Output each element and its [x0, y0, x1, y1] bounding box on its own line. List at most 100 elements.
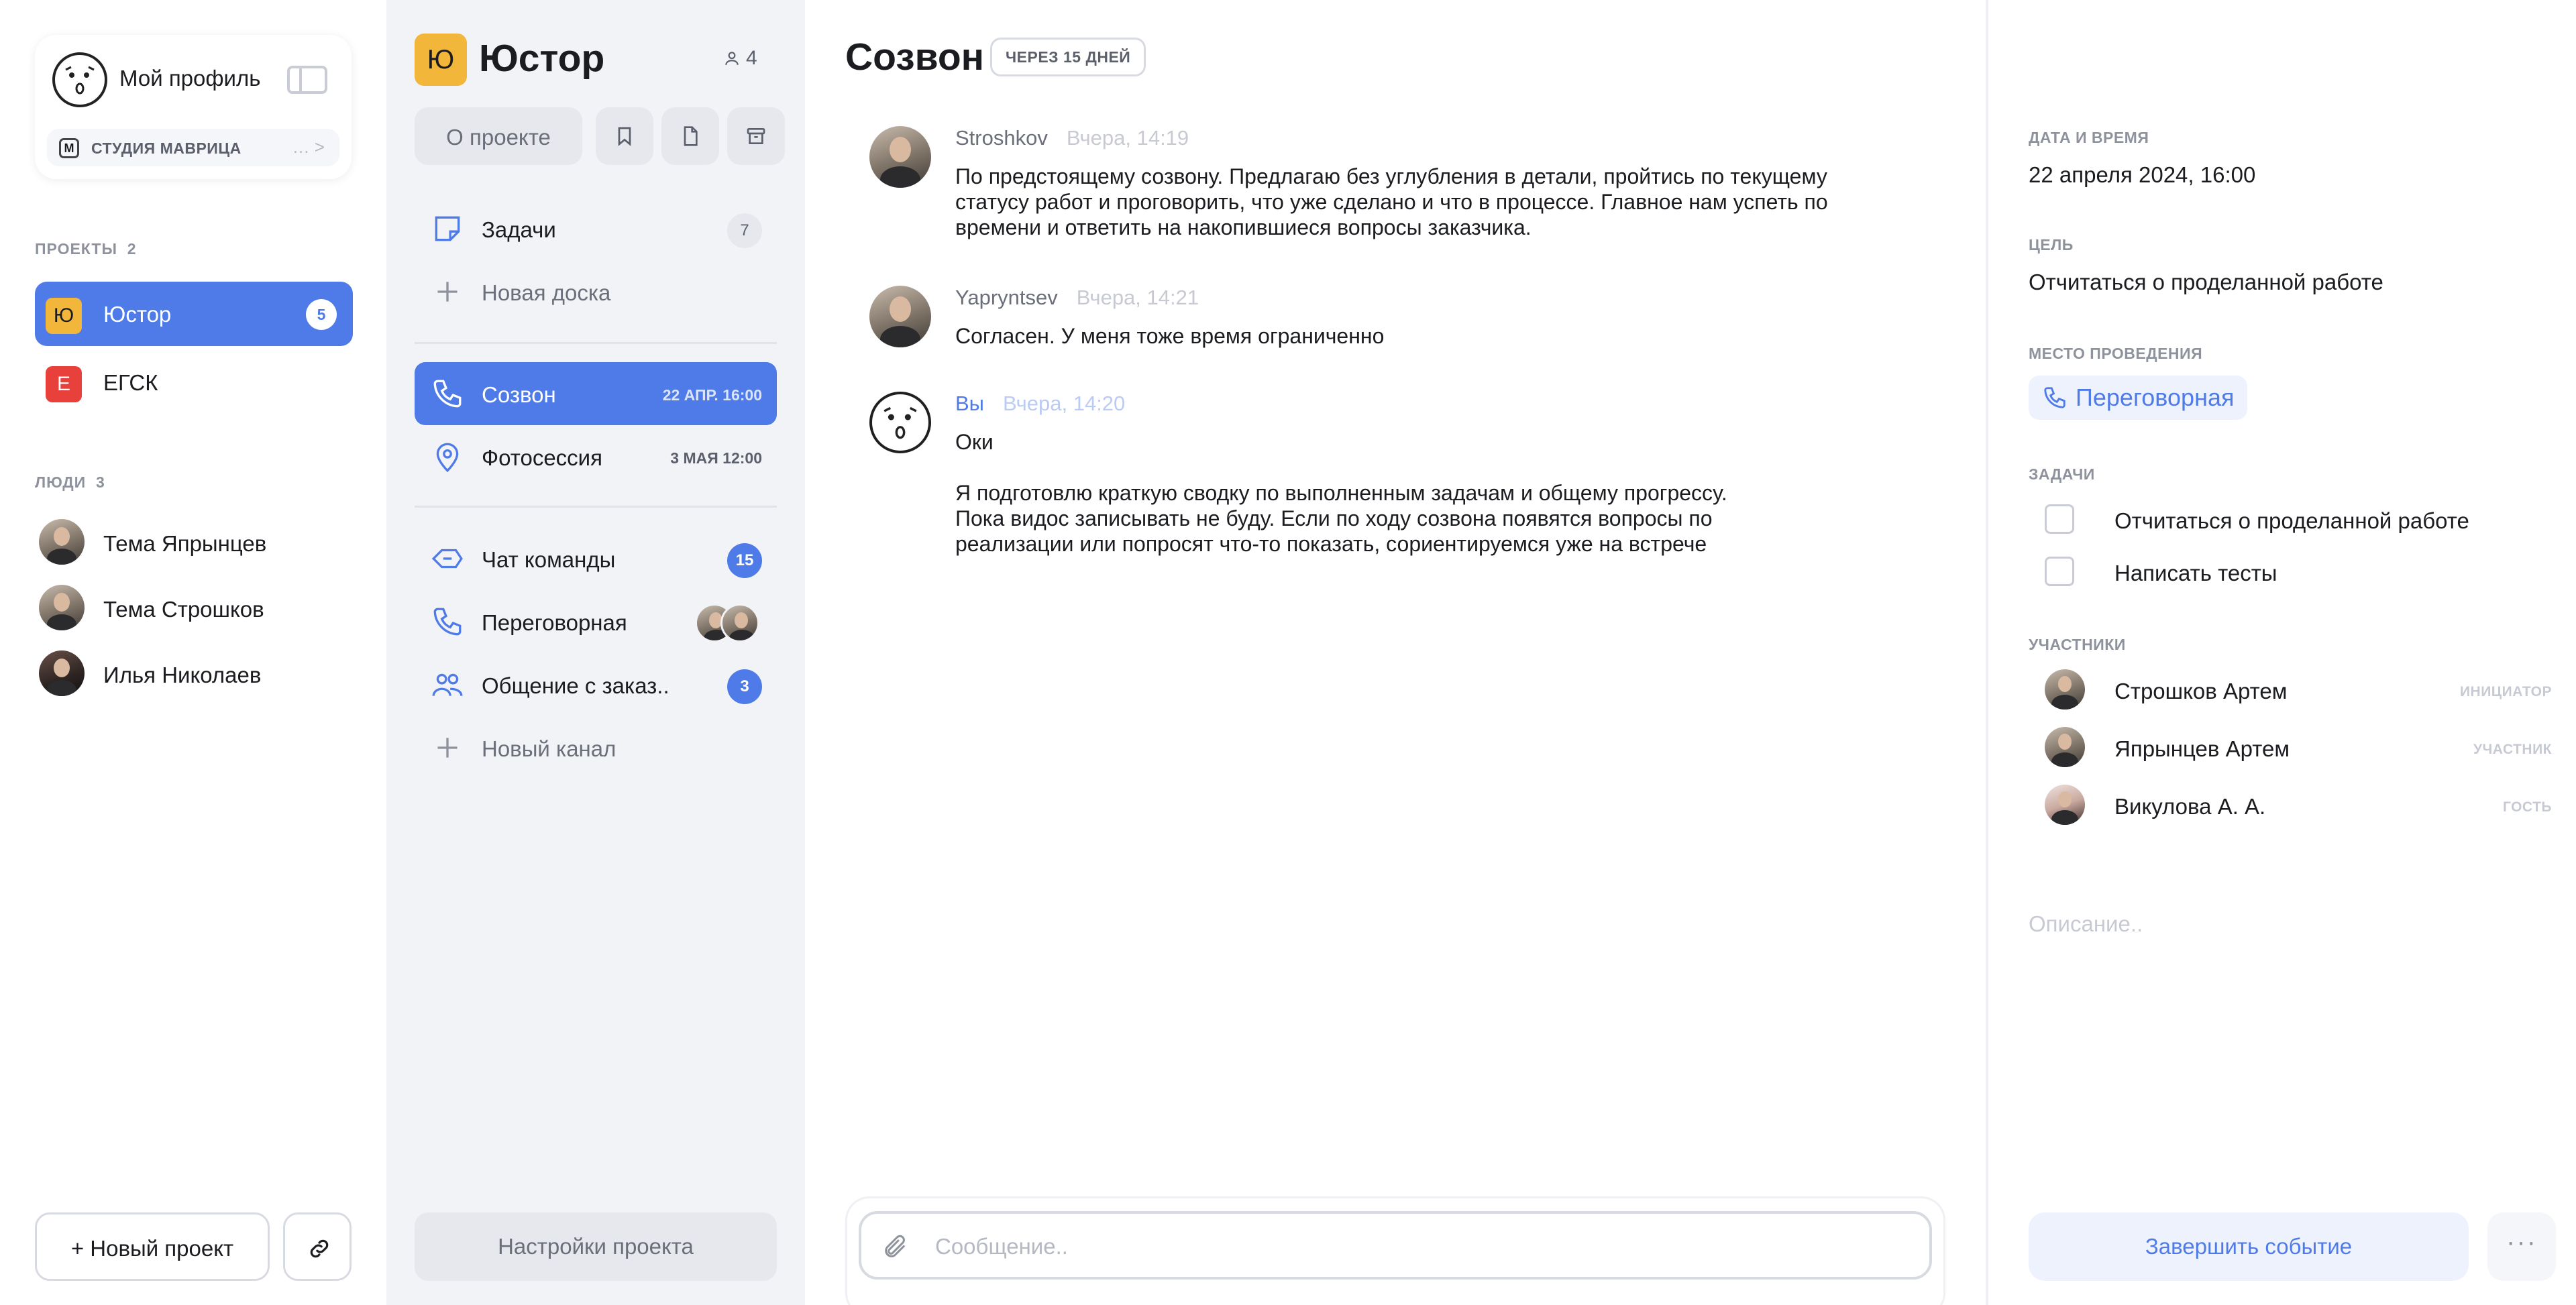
channel-item-meeting-room[interactable]: Переговорная [415, 590, 777, 653]
event-title: Созвон [845, 36, 985, 78]
participant-role: ИНИЦИАТОР [2459, 684, 2552, 699]
bookmark-icon [618, 127, 631, 146]
studio-more-icon[interactable]: … > [292, 137, 325, 158]
goal-label: ЦЕЛЬ [2029, 236, 2074, 253]
avatar [39, 585, 85, 630]
avatar [39, 650, 85, 696]
link-icon [310, 1239, 329, 1258]
studio-switcher[interactable]: M СТУДИЯ МАВРИЦА … > [47, 129, 339, 166]
description-field[interactable] [2029, 908, 2538, 940]
event-item-photoshoot[interactable]: Фотосессия 3 МАЯ 12:00 [415, 425, 777, 488]
goal-value[interactable]: Отчитаться о проделанной работе [2029, 270, 2383, 295]
avatar[interactable] [869, 286, 931, 347]
task-checkbox[interactable] [2045, 557, 2074, 586]
channel-item-client-chat[interactable]: Общение с заказ.. 3 [415, 653, 777, 716]
profile-card[interactable]: Мой профиль M СТУДИЯ МАВРИЦА … > [35, 35, 352, 179]
participants-label: УЧАСТНИКИ [2029, 636, 2126, 653]
avatar[interactable] [869, 126, 931, 188]
sticky-note-icon [435, 216, 460, 241]
profile-name[interactable]: Мой профиль [119, 66, 260, 91]
project-settings-label: Настройки проекта [498, 1234, 694, 1259]
task-checkbox[interactable] [2045, 504, 2074, 534]
participant-name: Викулова А. А. [2114, 794, 2266, 819]
new-board-button[interactable]: Новая доска [415, 260, 777, 323]
divider [415, 342, 777, 344]
event-name: Фотосессия [482, 445, 602, 470]
avatar [39, 519, 85, 565]
channel-name: Переговорная [482, 610, 627, 635]
message-time: Вчера, 14:19 [1066, 126, 1189, 150]
paperclip-icon[interactable] [881, 1233, 908, 1262]
project-item-yustor[interactable]: Ю Юстор 5 [35, 282, 353, 346]
finish-event-button[interactable]: Завершить событие [2029, 1212, 2469, 1281]
new-project-label: + Новый проект [70, 1236, 234, 1261]
divider [415, 506, 777, 508]
channel-name: Чат команды [482, 547, 616, 572]
task-text: Написать тесты [2114, 561, 2277, 585]
event-name: Созвон [482, 382, 556, 407]
studio-name: СТУДИЯ МАВРИЦА [91, 139, 241, 157]
project-panel: Ю Юстор 4 О проекте Задачи 7 Новая доска… [386, 0, 805, 1305]
due-badge: ЧЕРЕЗ 15 ДНЕЙ [990, 38, 1146, 76]
archive-button[interactable] [727, 107, 785, 165]
channel-name: Задачи [482, 217, 556, 242]
avatar [2045, 669, 2085, 710]
project-name: ЕГСК [103, 370, 158, 395]
participant-name: Строшков Артем [2114, 679, 2288, 703]
message-time: Вчера, 14:20 [1002, 392, 1126, 415]
place-chip[interactable]: Переговорная [2029, 376, 2248, 420]
person-name: Тема Япрынцев [103, 531, 267, 556]
unread-badge: 15 [727, 543, 762, 578]
message-input[interactable] [935, 1231, 1874, 1262]
new-channel-button[interactable]: Новый канал [415, 716, 777, 779]
channel-item-team-chat[interactable]: Чат команды 15 [415, 527, 777, 590]
files-button[interactable] [661, 107, 719, 165]
participants-avatars [695, 604, 762, 644]
project-logo: Е [46, 366, 82, 402]
more-options-button[interactable]: ··· [2487, 1212, 2556, 1281]
bookmark-button[interactable] [596, 107, 653, 165]
channel-name: Новая доска [482, 280, 611, 305]
datetime-value[interactable]: 22 апреля 2024, 16:00 [2029, 162, 2255, 188]
project-logo: Ю [46, 298, 82, 334]
tasks-label: ЗАДАЧИ [2029, 465, 2095, 483]
message-text: Оки Я подготовлю краткую сводку по выпол… [955, 430, 1727, 556]
invite-link-button[interactable] [283, 1212, 352, 1281]
channel-name: Общение с заказ.. [482, 673, 669, 698]
new-project-button[interactable]: + Новый проект [35, 1212, 270, 1281]
channel-item-tasks[interactable]: Задачи 7 [415, 197, 777, 260]
workspace-title: Юстор [479, 37, 605, 80]
message-composer[interactable] [859, 1211, 1932, 1280]
location-pin-icon [436, 443, 459, 473]
phone-icon [433, 380, 462, 408]
participant-item[interactable]: Строшков Артем ИНИЦИАТОР [2045, 669, 2552, 711]
chat-tag-icon [431, 549, 463, 569]
profile-avatar[interactable] [52, 52, 107, 107]
people-icon [432, 673, 463, 696]
message-text: По предстоящему созвону. Предлагаю без у… [955, 164, 1828, 239]
unread-badge: 3 [727, 669, 762, 704]
people-label: ЛЮДИ 3 [35, 473, 105, 491]
message-text: Согласен. У меня тоже время ограниченно [955, 324, 1385, 348]
project-settings-button[interactable]: Настройки проекта [415, 1212, 777, 1281]
own-avatar[interactable] [869, 392, 931, 453]
left-sidebar: Мой профиль M СТУДИЯ МАВРИЦА … > ПРОЕКТЫ… [0, 0, 386, 1305]
project-item-egsk[interactable]: Е ЕГСК [35, 350, 353, 414]
event-date: 3 МАЯ 12:00 [670, 449, 762, 467]
sidebar-toggle-icon[interactable] [287, 66, 327, 94]
participant-role: ГОСТЬ [2502, 799, 2552, 815]
projects-label: ПРОЕКТЫ 2 [35, 240, 137, 258]
message-time: Вчера, 14:21 [1076, 286, 1199, 309]
workspace-logo: Ю [415, 34, 467, 86]
event-details: ДАТА И ВРЕМЯ 22 апреля 2024, 16:00 ЦЕЛЬ … [1986, 0, 2576, 1305]
finish-event-label: Завершить событие [2145, 1234, 2353, 1259]
about-project-button[interactable]: О проекте [415, 107, 582, 165]
members-count[interactable]: 4 [723, 47, 757, 70]
participant-item[interactable]: Викулова А. А. ГОСТЬ [2045, 785, 2552, 826]
event-item-call[interactable]: Созвон 22 АПР. 16:00 [415, 362, 777, 425]
phone-icon [2044, 387, 2065, 408]
participant-role: УЧАСТНИК [2473, 742, 2552, 757]
participant-item[interactable]: Япрынцев Артем УЧАСТНИК [2045, 727, 2552, 769]
task-text: Отчитаться о проделанной работе [2114, 508, 2469, 533]
place-label: МЕСТО ПРОВЕДЕНИЯ [2029, 345, 2203, 362]
